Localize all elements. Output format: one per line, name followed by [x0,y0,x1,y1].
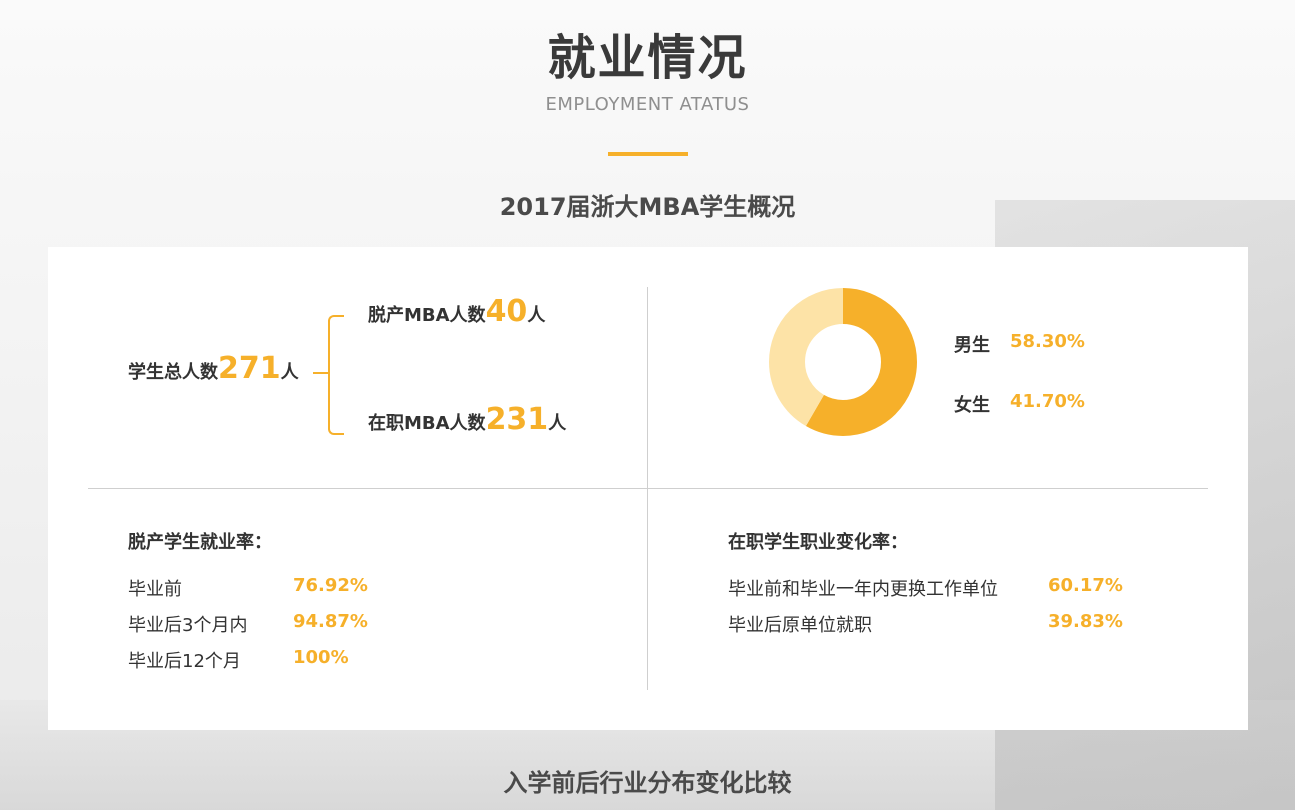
legend-female-value: 41.70% [1010,391,1085,412]
page-subtitle: EMPLOYMENT ATATUS [545,94,750,115]
fulltime-students-label: 脱产MBA人数 [368,305,486,326]
fulltime-row-value: 94.87% [293,611,368,632]
fulltime-row-label: 毕业前 [128,579,182,600]
overview-card: 学生总人数271人 脱产MBA人数40人 在职MBA人数231人 男生 58.3… [48,247,1248,730]
fulltime-employment-title: 脱产学生就业率： [128,532,272,553]
legend-female-label: 女生 [954,395,990,416]
next-section-title: 入学前后行业分布变化比较 [503,769,792,797]
parttime-students-unit: 人 [548,413,567,434]
parttime-change-title: 在职学生职业变化率： [728,532,908,553]
title-divider [608,152,688,156]
page-title: 就业情况 [547,30,748,86]
parttime-row-label: 毕业后原单位就职 [728,615,872,636]
parttime-row-value: 60.17% [1048,575,1123,596]
parttime-students-label: 在职MBA人数 [368,413,486,434]
fulltime-row-value: 76.92% [293,575,368,596]
bracket [328,315,344,435]
gender-donut-chart [769,288,917,436]
parttime-row-value: 39.83% [1048,611,1123,632]
fulltime-students-unit: 人 [527,305,546,326]
fulltime-students-value: 40 [485,294,528,329]
fulltime-row-label: 毕业后12个月 [128,651,241,672]
total-students-label: 学生总人数 [128,362,218,383]
parttime-students-value: 231 [485,402,549,437]
legend-male-label: 男生 [954,335,990,356]
legend-male-value: 58.30% [1010,331,1085,352]
total-students-value: 271 [218,351,281,386]
parttime-row-label: 毕业前和毕业一年内更换工作单位 [728,579,998,600]
bracket-tick [313,372,328,374]
section-title: 2017届浙大MBA学生概况 [499,193,796,221]
total-students-unit: 人 [280,362,299,383]
fulltime-row-label: 毕业后3个月内 [128,615,248,636]
fulltime-row-value: 100% [293,647,349,668]
horizontal-divider [88,488,1208,489]
fulltime-students: 脱产MBA人数40人 [368,294,545,329]
total-students: 学生总人数271人 [128,351,299,386]
parttime-students: 在职MBA人数231人 [368,402,566,437]
